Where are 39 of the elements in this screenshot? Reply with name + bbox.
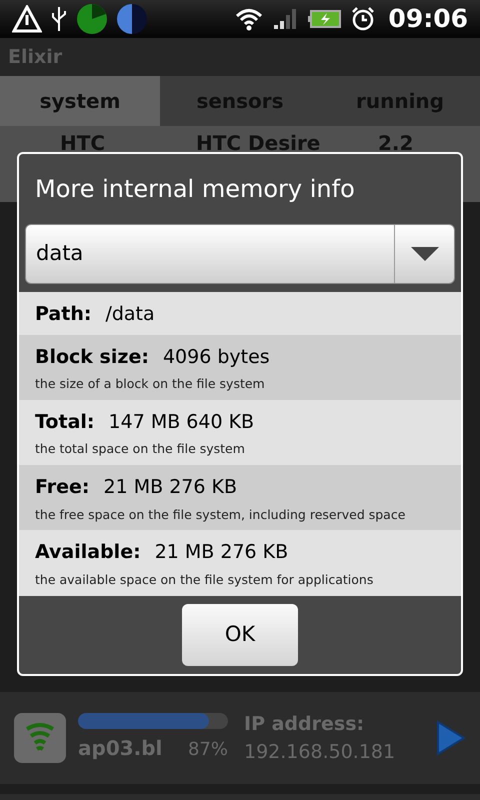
status-time: 09:06 xyxy=(388,3,468,36)
pie-chart-icon xyxy=(76,3,108,35)
dropdown-value: data xyxy=(35,240,84,268)
info-label: Path: xyxy=(35,302,92,327)
device-info-text: HTC Desire xyxy=(195,130,322,157)
app-title: Elixir xyxy=(8,44,62,70)
info-label: Total: xyxy=(35,410,95,435)
info-label: Available: xyxy=(35,540,141,566)
network-row[interactable]: ap03.bl 87% IP address: 192.168.50.181 xyxy=(0,692,480,784)
info-description: the free space on the file system, including reserved space xyxy=(35,506,406,524)
info-description: the total space on the file system xyxy=(35,440,246,458)
alarm-clock-icon xyxy=(350,6,376,32)
info-value: 21 MB 276 KB xyxy=(104,475,237,500)
tab[interactable]: system xyxy=(0,76,160,126)
device-info-text: 2.2 xyxy=(377,130,414,157)
pie-chart-icon xyxy=(116,3,148,35)
dropdown[interactable]: data xyxy=(25,224,455,284)
play-arrow-icon[interactable] xyxy=(436,720,466,756)
ok-button[interactable]: OK xyxy=(182,604,298,666)
wifi-icon xyxy=(234,7,264,31)
ip-label: IP address: xyxy=(244,712,366,736)
caret-icon xyxy=(410,246,440,262)
info-value: 4096 bytes xyxy=(162,344,270,370)
info-description: the available space on the file system for applications xyxy=(35,570,374,589)
info-value: /data xyxy=(105,302,155,327)
device-info-text: HTC xyxy=(59,130,106,157)
network-name: ap03.bl xyxy=(78,735,162,762)
dialog-title: More internal memory info xyxy=(35,174,355,205)
wifi-icon xyxy=(24,723,56,753)
usb-icon xyxy=(50,5,68,33)
ip-value: 192.168.50.181 xyxy=(244,740,396,765)
info-value: 21 MB 276 KB xyxy=(154,540,288,566)
signal-percent: 87% xyxy=(188,738,228,762)
warning-icon xyxy=(12,5,42,33)
battery-charging-icon xyxy=(308,9,342,29)
info-value: 147 MB 640 KB xyxy=(108,410,254,435)
info-label: Block size: xyxy=(35,344,149,370)
info-description: the size of a block on the file system xyxy=(35,375,266,393)
info-label: Free: xyxy=(35,475,90,500)
